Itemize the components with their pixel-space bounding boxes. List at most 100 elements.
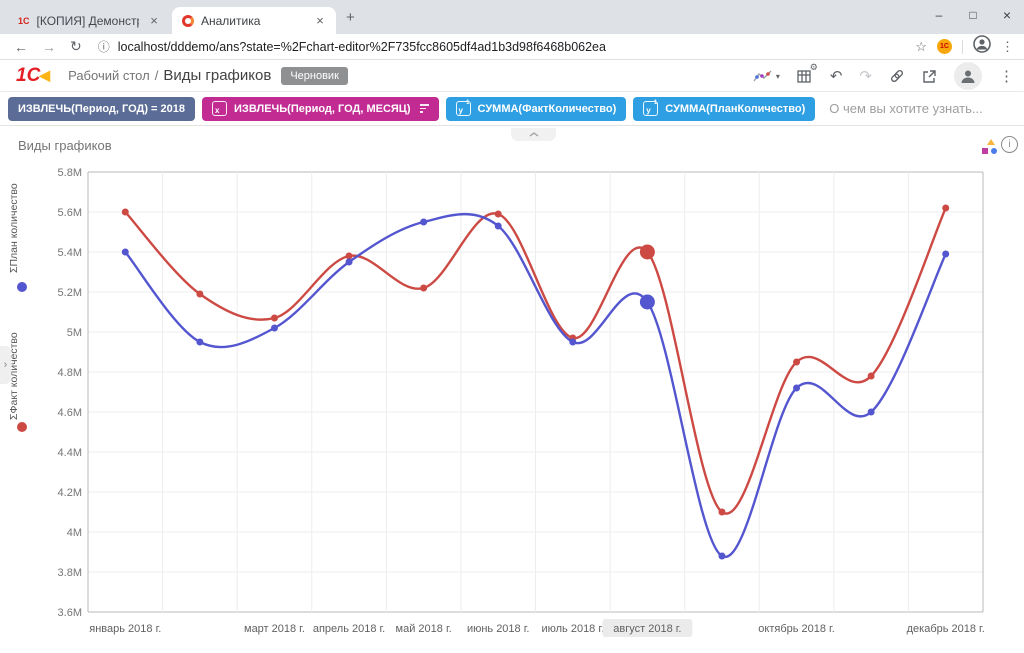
data-point[interactable]	[868, 373, 875, 380]
filter-chip-year[interactable]: ИЗВЛЕЧЬ(Период, ГОД) = 2018	[8, 97, 195, 121]
bookmark-icon[interactable]: ☆	[915, 39, 927, 55]
data-point[interactable]	[346, 259, 353, 266]
measure-chip-fact[interactable]: y1 СУММА(ФактКоличество)	[446, 97, 627, 121]
chart-type-button[interactable]: ▾	[753, 69, 780, 84]
data-point[interactable]	[942, 251, 949, 258]
app-bar: 1С◀ Рабочий стол / Виды графиков Чернови…	[0, 60, 1024, 92]
gear-icon: ⚙	[810, 62, 818, 73]
1c-logo[interactable]: 1С◀	[16, 65, 50, 87]
dimension-chip-month[interactable]: x ИЗВЛЕЧЬ(Период, ГОД, МЕСЯЦ)	[202, 97, 439, 121]
data-point[interactable]	[196, 291, 203, 298]
breadcrumb-separator: /	[155, 68, 159, 83]
close-window-button[interactable]: ×	[990, 0, 1024, 30]
redo-button[interactable]: ↷	[859, 67, 872, 85]
data-point[interactable]	[122, 249, 129, 256]
tab-title: [КОПИЯ] Демонстрационная ба	[37, 14, 139, 28]
maximize-button[interactable]: □	[956, 0, 990, 30]
data-point[interactable]	[718, 509, 725, 516]
data-point[interactable]	[942, 205, 949, 212]
x-tick-label[interactable]: август 2018 г.	[613, 623, 681, 635]
y-tick-label: 4M	[67, 527, 82, 539]
data-point[interactable]	[868, 409, 875, 416]
y-tick-label: 5.6M	[58, 207, 82, 219]
data-point[interactable]	[793, 385, 800, 392]
page-title: Виды графиков	[163, 67, 271, 84]
chip-label: ИЗВЛЕЧЬ(Период, ГОД, МЕСЯЦ)	[234, 103, 411, 115]
measure-chip-plan[interactable]: y1 СУММА(ПланКоличество)	[633, 97, 815, 121]
breadcrumb-desktop[interactable]: Рабочий стол	[68, 68, 150, 83]
tab-strip: 1С [КОПИЯ] Демонстрационная ба × Аналити…	[0, 0, 1024, 34]
url-field[interactable]: localhost/dddemo/ans?state=%2Fchart-edit…	[118, 40, 916, 54]
chart-title: Виды графиков	[18, 138, 112, 153]
reload-icon[interactable]: ↻	[70, 38, 82, 55]
chart-style-icon[interactable]	[981, 139, 999, 154]
more-menu-icon[interactable]: ⋮	[999, 67, 1014, 85]
info-icon[interactable]: i	[1001, 136, 1018, 153]
close-tab-icon[interactable]: ×	[312, 13, 328, 29]
data-point[interactable]	[271, 325, 278, 332]
x-tick-label[interactable]: январь 2018 г.	[89, 623, 161, 635]
draft-badge: Черновик	[281, 67, 348, 85]
undo-button[interactable]: ↶	[830, 67, 843, 85]
new-tab-button[interactable]: +	[346, 9, 355, 26]
sort-icon[interactable]	[420, 104, 429, 113]
x-tick-label[interactable]: октябрь 2018 г.	[758, 623, 835, 635]
triangle-shape	[987, 139, 995, 145]
x-tick-label[interactable]: июль 2018 г.	[541, 623, 604, 635]
data-point[interactable]	[569, 339, 576, 346]
forward-icon[interactable]: →	[42, 39, 56, 55]
browser-profile-icon[interactable]	[973, 35, 991, 58]
x-tick-label[interactable]: апрель 2018 г.	[313, 623, 385, 635]
address-bar: ← → ↻ ⓘ localhost/dddemo/ans?state=%2Fch…	[0, 34, 1024, 60]
data-point[interactable]	[495, 211, 502, 218]
ask-question-input[interactable]	[829, 101, 1024, 116]
data-point[interactable]	[420, 285, 427, 292]
close-tab-icon[interactable]: ×	[146, 13, 162, 29]
y-tick-label: 4.6M	[58, 407, 82, 419]
1c-extension-icon[interactable]: 1С	[937, 39, 952, 54]
browser-menu-icon[interactable]: ⋮	[1001, 39, 1014, 55]
x-tick-label[interactable]: июнь 2018 г.	[467, 623, 530, 635]
data-point[interactable]	[420, 219, 427, 226]
y-tick-label: 3.8M	[58, 567, 82, 579]
data-point[interactable]	[196, 339, 203, 346]
pivot-settings-button[interactable]: ⚙	[797, 69, 813, 84]
x-tick-label[interactable]: декабрь 2018 г.	[907, 623, 985, 635]
data-point[interactable]	[346, 253, 353, 260]
page-info-icon[interactable]: ⓘ	[98, 38, 110, 55]
y-tick-label: 4.4M	[58, 447, 82, 459]
user-avatar[interactable]	[954, 62, 982, 90]
x-tick-label[interactable]: март 2018 г.	[244, 623, 305, 635]
data-point[interactable]	[640, 245, 655, 260]
y-tick-label: 3.6M	[58, 607, 82, 619]
data-point[interactable]	[122, 209, 129, 216]
data-point[interactable]	[640, 295, 655, 310]
y-tick-label: 4.2M	[58, 487, 82, 499]
data-point[interactable]	[495, 223, 502, 230]
back-icon[interactable]: ←	[14, 39, 28, 55]
chart-plot[interactable]: 5.8M5.6M5.4M5.2M5M4.8M4.6M4.4M4.2M4M3.8M…	[0, 160, 1024, 653]
data-point[interactable]	[718, 553, 725, 560]
divider	[962, 40, 963, 54]
data-point[interactable]	[271, 315, 278, 322]
circle-shape	[991, 148, 997, 154]
analytics-favicon	[182, 15, 194, 27]
y-tick-label: 5.8M	[58, 167, 82, 179]
filter-bar: ИЗВЛЕЧЬ(Период, ГОД) = 2018 x ИЗВЛЕЧЬ(Пе…	[0, 92, 1024, 126]
y-axis-icon: y1	[456, 101, 471, 116]
chip-label: СУММА(ФактКоличество)	[478, 103, 617, 115]
data-point[interactable]	[793, 359, 800, 366]
window-controls: – □ ×	[922, 0, 1024, 34]
square-shape	[982, 148, 988, 154]
collapse-panel-button[interactable]	[511, 128, 556, 141]
tab-analytics[interactable]: Аналитика ×	[172, 7, 336, 34]
y-tick-label: 5M	[67, 327, 82, 339]
link-button[interactable]	[889, 68, 905, 84]
tab-title: Аналитика	[201, 14, 305, 28]
y-axis-icon: y1	[643, 101, 658, 116]
minimize-button[interactable]: –	[922, 0, 956, 30]
open-external-button[interactable]	[922, 69, 937, 84]
chevron-down-icon: ▾	[776, 72, 780, 81]
tab-demo-base[interactable]: 1С [КОПИЯ] Демонстрационная ба ×	[8, 7, 170, 34]
x-tick-label[interactable]: май 2018 г.	[396, 623, 452, 635]
